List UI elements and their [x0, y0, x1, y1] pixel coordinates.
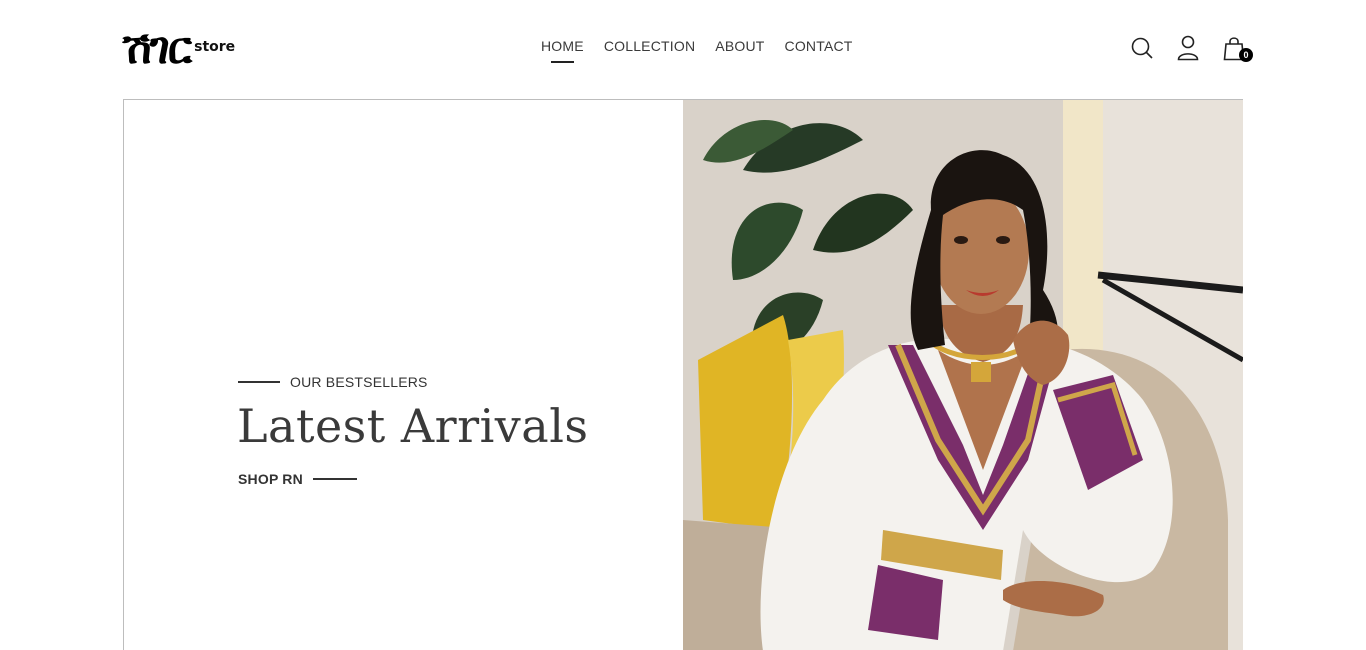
site-header: ሽገር store HOME COLLECTION ABOUT CONTACT [0, 0, 1366, 99]
logo[interactable]: ሽገር store [122, 24, 235, 74]
hero-illustration [683, 100, 1243, 650]
header-icons: 0 [1130, 34, 1253, 62]
nav-about[interactable]: ABOUT [715, 37, 764, 55]
shopping-bag-icon[interactable]: 0 [1222, 34, 1253, 62]
main-nav: HOME COLLECTION ABOUT CONTACT [541, 37, 853, 63]
shop-now-line [312, 478, 357, 480]
nav-contact[interactable]: CONTACT [785, 37, 853, 55]
nav-collection[interactable]: COLLECTION [604, 37, 695, 55]
cart-count-badge: 0 [1239, 48, 1253, 62]
shop-now-link[interactable]: SHOP RN [238, 471, 357, 487]
user-icon[interactable] [1176, 34, 1200, 62]
nav-home[interactable]: HOME [541, 37, 584, 63]
logo-subtitle: store [194, 39, 236, 55]
hero-text-panel: OUR BESTSELLERS Latest Arrivals SHOP RN [124, 100, 684, 650]
page: ሽገር store HOME COLLECTION ABOUT CONTACT [0, 0, 1366, 650]
eyebrow-row: OUR BESTSELLERS [238, 374, 428, 390]
hero-eyebrow: OUR BESTSELLERS [290, 374, 428, 390]
hero-image [683, 100, 1243, 650]
hero-section: OUR BESTSELLERS Latest Arrivals SHOP RN [123, 99, 1243, 650]
hero-title: Latest Arrivals [237, 399, 589, 453]
eyebrow-line [238, 381, 280, 383]
search-icon[interactable] [1130, 34, 1154, 62]
logo-mark: ሽገር [122, 23, 192, 74]
shop-now-label[interactable]: SHOP RN [238, 471, 303, 487]
